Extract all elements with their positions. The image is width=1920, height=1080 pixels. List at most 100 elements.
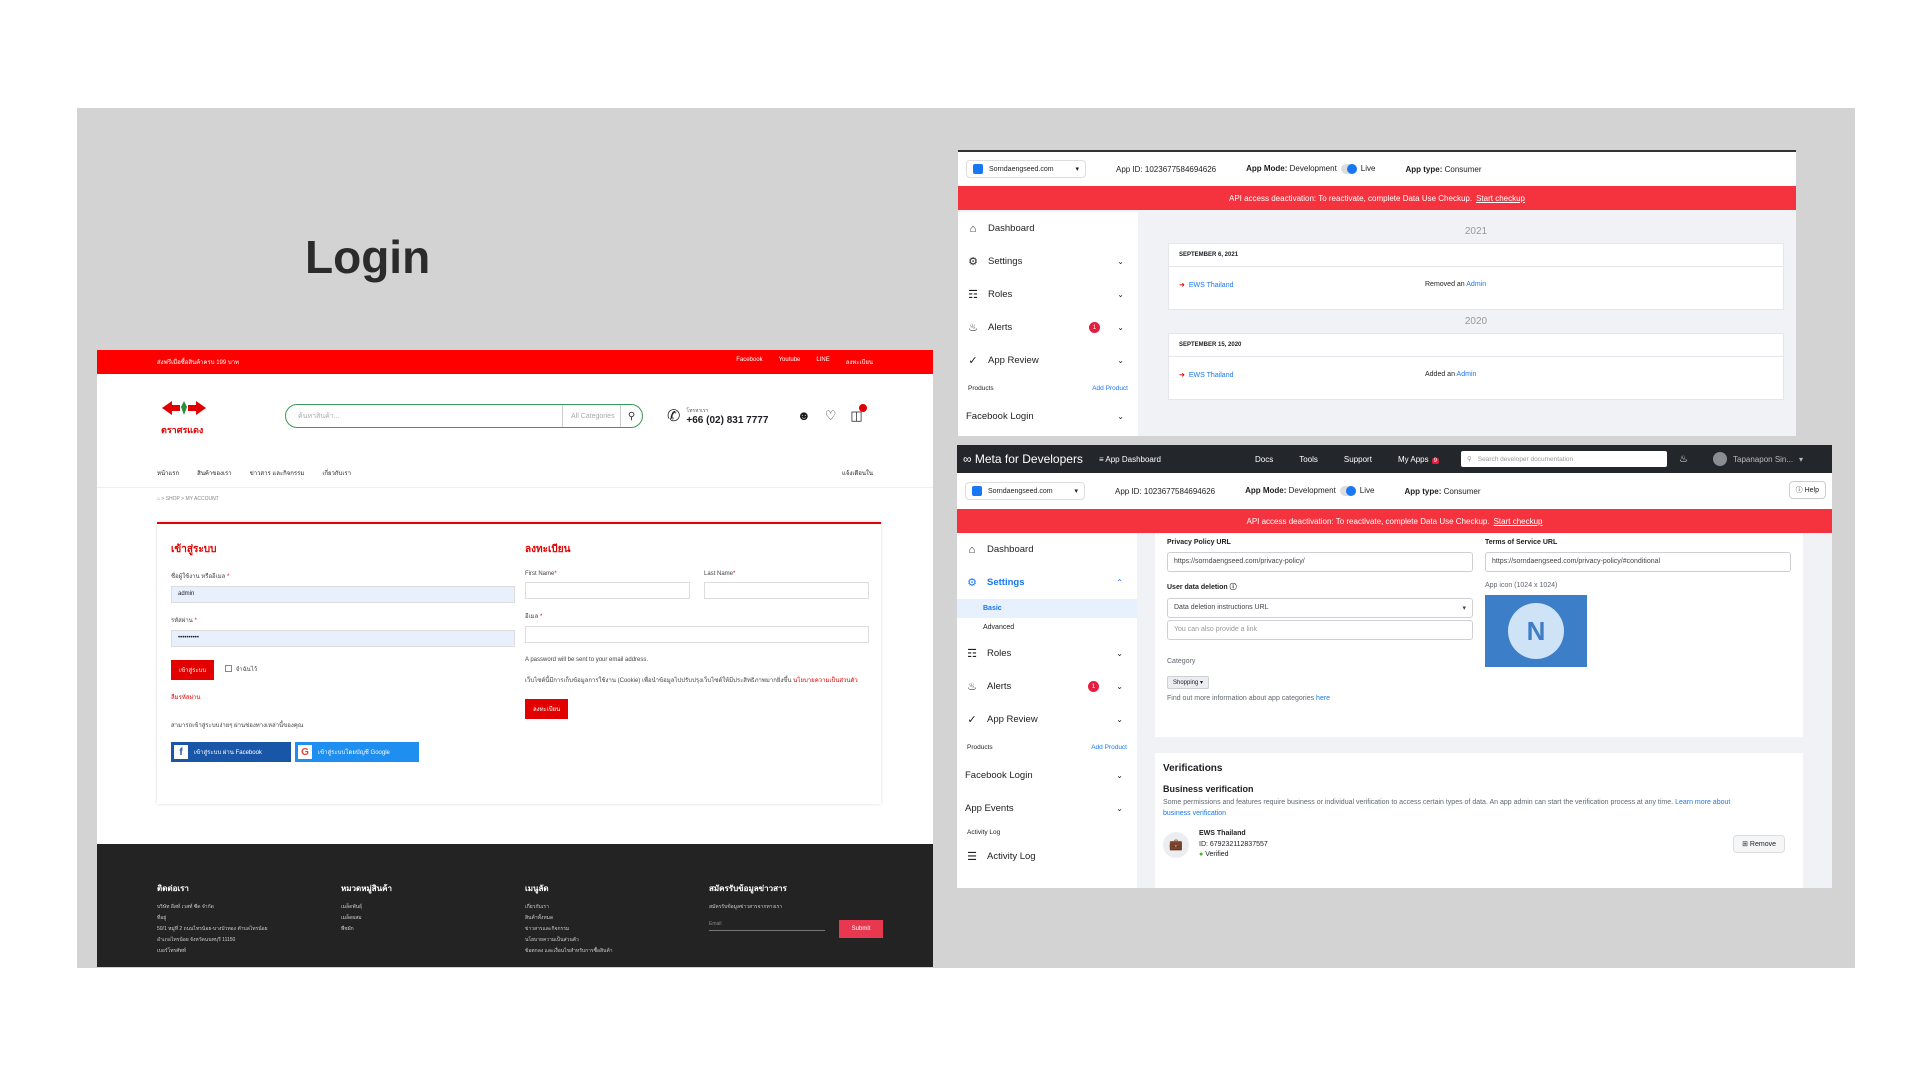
nav-home[interactable]: หน้าแรก [157, 468, 179, 478]
app-selector[interactable]: Sorndaengseed.com ▾ [965, 482, 1085, 500]
cart-icon[interactable]: ◫ [850, 404, 867, 424]
live-toggle[interactable] [1340, 164, 1357, 174]
sidebar-item-alerts[interactable]: ♨ Alerts 1 ⌄ [958, 311, 1138, 344]
topbar-line-link[interactable]: LINE [816, 357, 829, 367]
log-date: SEPTEMBER 15, 2020 [1169, 334, 1783, 357]
phone-number[interactable]: +66 (02) 831 7777 [686, 415, 768, 426]
app-selector[interactable]: Sorndaengseed.com ▾ [966, 160, 1086, 178]
add-product-link[interactable]: Add Product [1091, 744, 1127, 751]
topbar-facebook-link[interactable]: Facebook [736, 357, 762, 367]
docs-search-input[interactable]: ⚲ Search developer documentation [1461, 451, 1667, 467]
breadcrumb: ⌂ > SHOP > MY ACCOUNT [157, 496, 219, 502]
meta-logo[interactable]: ∞ Meta for Developers [963, 452, 1083, 466]
nav-docs[interactable]: Docs [1255, 455, 1273, 464]
bell-icon[interactable]: ♨ [1679, 454, 1688, 465]
data-deletion-select[interactable]: Data deletion instructions URL ▾ [1167, 598, 1473, 618]
sidebar-sub-advanced[interactable]: Advanced [957, 618, 1137, 637]
sidebar-item-activity-log[interactable]: ☰ Activity Log [957, 844, 1137, 868]
sidebar-item-alerts[interactable]: ♨ Alerts 1 ⌄ [957, 670, 1137, 703]
register-button[interactable]: ลงทะเบียน [525, 698, 569, 719]
category-label: Category [1167, 658, 1196, 665]
sidebar-item-dashboard[interactable]: ⌂ Dashboard [958, 212, 1138, 245]
category-select[interactable]: Shopping ▾ [1167, 676, 1210, 689]
remember-checkbox[interactable] [224, 665, 232, 672]
start-checkup-link[interactable]: Start checkup [1494, 517, 1543, 526]
newsletter-submit-button[interactable]: Submit [839, 920, 883, 938]
sidebar-item-settings[interactable]: ⚙ Settings ⌄ [958, 245, 1138, 278]
nav-news[interactable]: ข่าวสาร และกิจกรรม [250, 468, 305, 478]
sidebar-item-roles[interactable]: ☶ Roles ⌄ [957, 637, 1137, 670]
activity-log: 2021 SEPTEMBER 6, 2021 ➜ EWS Thailand Rem… [1156, 212, 1796, 400]
sidebar-item-facebook-login[interactable]: Facebook Login ⌄ [957, 759, 1137, 792]
user-menu[interactable]: Tapanapon Sin... ▾ [1713, 452, 1803, 466]
deactivation-banner: API access deactivation: To reactivate, … [958, 186, 1796, 210]
app-dashboard-menu[interactable]: ≡ App Dashboard [1099, 455, 1161, 464]
app-icon-image[interactable]: N [1485, 595, 1587, 667]
google-login-button[interactable]: G เข้าสู่ระบบโดยบัญชี Google [295, 742, 419, 762]
shield-check-icon: ✓ [967, 714, 977, 726]
first-name-field[interactable] [525, 582, 690, 599]
topbar-register-link[interactable]: ลงทะเบียน [846, 357, 873, 367]
data-deletion-link-input[interactable]: You can also provide a link [1167, 620, 1473, 640]
user-icon[interactable]: ☻ [797, 408, 811, 424]
sidebar-sub-basic[interactable]: Basic [957, 599, 1137, 618]
product-search: ค้นหาสินค้า... All Categories ⚲ [285, 404, 643, 428]
login-button[interactable]: เข้าสู่ระบบ [171, 660, 215, 680]
footer-menu: เมนูลัด เกี่ยวกับเรา สินค้าทั้งหมด ข่าวส… [525, 884, 613, 954]
chevron-down-icon: ▾ [1074, 488, 1078, 495]
log-actor[interactable]: ➜ EWS Thailand [1179, 281, 1425, 289]
remove-business-button[interactable]: ⊞ Remove [1733, 835, 1785, 853]
topbar-youtube-link[interactable]: Youtube [779, 357, 801, 367]
meta-top-nav: ∞ Meta for Developers ≡ App Dashboard Do… [957, 445, 1832, 473]
nav-about[interactable]: เกี่ยวกับเรา [322, 468, 351, 478]
nav-products[interactable]: สินค้าของเรา [197, 468, 231, 478]
my-apps-badge: 9 [1431, 457, 1439, 464]
last-name-field[interactable] [704, 582, 869, 599]
search-icon[interactable]: ⚲ [620, 405, 642, 427]
nav-tools[interactable]: Tools [1299, 455, 1318, 464]
sidebar-item-app-review[interactable]: ✓ App Review ⌄ [957, 703, 1137, 736]
privacy-link[interactable]: นโยบายความเป็นส่วนตัว [793, 678, 858, 684]
search-input[interactable]: ค้นหาสินค้า... [286, 411, 562, 422]
chevron-down-icon: ⌄ [1117, 257, 1124, 266]
live-toggle[interactable] [1339, 486, 1356, 496]
lost-password-link[interactable]: ลืมรหัสผ่าน [171, 692, 515, 702]
remember-me[interactable]: จำฉันไว้ [224, 664, 257, 674]
nav-my-apps[interactable]: My Apps 9 [1398, 455, 1439, 464]
sidebar-item-roles[interactable]: ☶ Roles ⌄ [958, 278, 1138, 311]
privacy-url-input[interactable]: https://sorndaengseed.com/privacy-policy… [1167, 552, 1473, 572]
logo-text: ตราศรแดง [161, 425, 204, 435]
email-field[interactable] [525, 626, 869, 643]
log-actor[interactable]: ➜ EWS Thailand [1179, 371, 1425, 379]
sidebar-item-app-review[interactable]: ✓ App Review ⌄ [958, 344, 1138, 377]
category-help-link[interactable]: here [1316, 695, 1330, 702]
google-icon: G [298, 745, 312, 759]
sidebar-item-settings[interactable]: ⚙ Settings ⌃ [957, 566, 1137, 599]
search-icon: ⚲ [1467, 456, 1472, 463]
password-note: A password will be sent to your email ad… [525, 657, 649, 663]
password-field[interactable]: •••••••••• [171, 630, 515, 647]
sidebar-item-facebook-login[interactable]: Facebook Login ⌄ [958, 400, 1138, 433]
app-icon-label: App icon (1024 x 1024) [1485, 582, 1558, 589]
sidebar-item-dashboard[interactable]: ⌂ Dashboard [957, 533, 1137, 566]
slide-canvas: Login ส่งฟรีเมื่อซื้อสินค้าครบ 199 บาท F… [77, 108, 1855, 968]
facebook-icon: f [174, 745, 188, 759]
register-title: ลงทะเบียน [525, 544, 571, 555]
newsletter-email-input[interactable]: Email [709, 919, 825, 931]
add-product-link[interactable]: Add Product [1092, 385, 1128, 392]
username-field[interactable]: admin [171, 586, 515, 603]
nav-notice[interactable]: แจ้งเตือนใน [842, 468, 873, 478]
heart-icon[interactable]: ♡ [825, 408, 837, 424]
category-select[interactable]: All Categories [562, 405, 620, 427]
start-checkup-link[interactable]: Start checkup [1476, 194, 1525, 203]
app-type: App type: Consumer [1405, 164, 1482, 174]
username-label: ชื่อผู้ใช้งาน หรืออีเมล * [171, 574, 230, 580]
sidebar-item-app-events[interactable]: App Events ⌄ [957, 792, 1137, 825]
shop-logo[interactable]: ตราศรแดง [157, 393, 211, 439]
phone-icon: ✆ [667, 408, 681, 425]
help-button[interactable]: ⓘ Help [1788, 481, 1826, 499]
info-icon[interactable]: ⓘ [1230, 584, 1237, 591]
tos-url-input[interactable]: https://sorndaengseed.com/privacy-policy… [1485, 552, 1791, 572]
nav-support[interactable]: Support [1344, 455, 1372, 464]
facebook-login-button[interactable]: f เข้าสู่ระบบ ผ่าน Facebook [171, 742, 291, 762]
